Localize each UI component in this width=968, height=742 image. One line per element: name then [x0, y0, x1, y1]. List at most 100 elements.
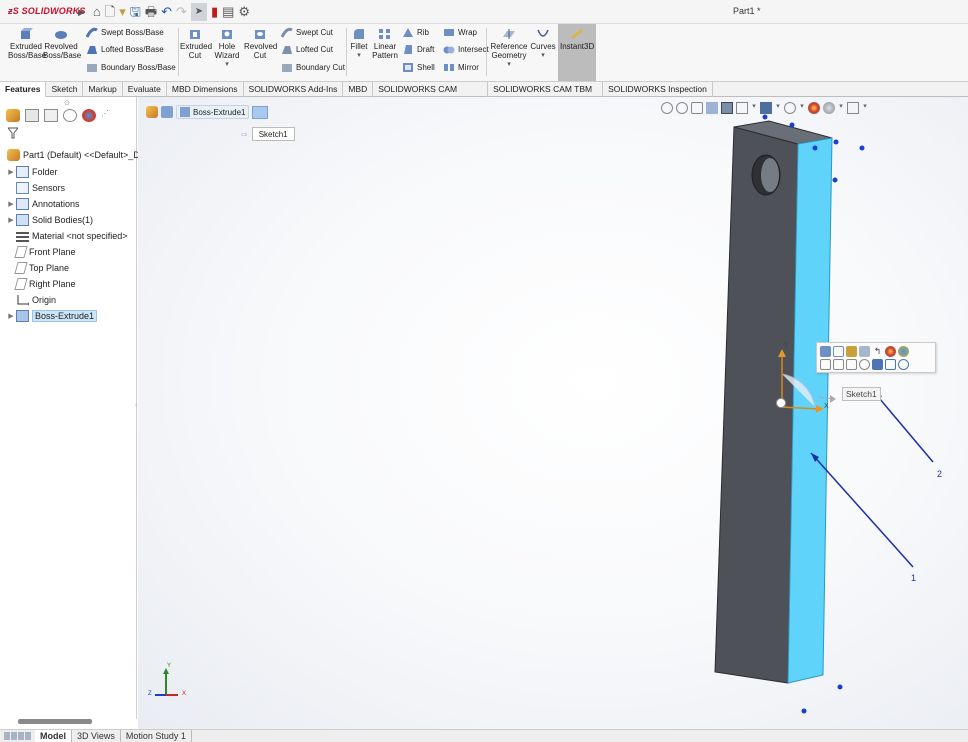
reference-geometry-button[interactable]: Reference Geometry ▾ [489, 28, 529, 69]
rib-button[interactable]: Rib [402, 27, 429, 38]
wrap-button[interactable]: Wrap [443, 27, 477, 38]
panel-grip-icon[interactable]: ⊙ [64, 99, 70, 107]
revolved-cut-button[interactable]: Revolved Cut [244, 28, 277, 60]
prev-tab-icon[interactable] [11, 732, 17, 740]
color-icon[interactable] [898, 346, 909, 357]
tree-item-material[interactable]: Material <not specified> [16, 228, 128, 244]
handle-dot[interactable] [762, 114, 768, 120]
expand-arrow-icon[interactable]: ▶ [6, 168, 16, 176]
tab-solidworks-cam[interactable]: SOLIDWORKS CAM [373, 82, 489, 97]
display-manager-tab-icon[interactable] [82, 109, 96, 122]
tree-item-folder[interactable]: ▶ Folder [6, 164, 58, 180]
tree-item-annotations[interactable]: ▶ Annotations [6, 196, 80, 212]
file-properties-icon[interactable]: ▤ [222, 3, 234, 21]
normal-to-icon[interactable] [820, 359, 831, 370]
linear-pattern-button[interactable]: Linear Pattern [371, 28, 399, 60]
expand-arrow-icon[interactable]: ▶ [78, 3, 85, 21]
panel-collapse-icon[interactable]: ‹ [135, 402, 137, 409]
expand-arrow-icon[interactable]: ▶ [6, 312, 16, 320]
home-icon[interactable]: ⌂ [93, 3, 101, 21]
dimxpert-tab-icon[interactable] [63, 109, 77, 122]
tab-motion-study-1[interactable]: Motion Study 1 [121, 730, 192, 742]
revolved-boss-button[interactable]: Revolved Boss/Base [43, 28, 81, 60]
handle-dot[interactable] [832, 177, 838, 183]
new-document-icon[interactable]: 🗋 [105, 3, 115, 21]
tab-features[interactable]: Features [0, 82, 47, 97]
measure-icon[interactable] [872, 359, 883, 370]
tree-item-sensors[interactable]: Sensors [16, 180, 65, 196]
next-tab-icon[interactable] [18, 732, 24, 740]
tree-item-origin[interactable]: Origin [16, 292, 56, 308]
hide-icon[interactable] [846, 359, 857, 370]
handle-dot[interactable] [859, 145, 865, 151]
boundary-boss-button[interactable]: Boundary Boss/Base [86, 62, 176, 73]
tab-mbd[interactable]: MBD [343, 82, 374, 97]
tree-item-right-plane[interactable]: Right Plane [14, 276, 76, 292]
tree-item-front-plane[interactable]: Front Plane [14, 244, 76, 260]
select-other-icon[interactable] [833, 359, 844, 370]
curves-button[interactable]: Curves ▾ [529, 28, 557, 60]
options-gear-icon[interactable]: ⚙ [238, 3, 250, 21]
handle-dot[interactable] [789, 122, 795, 128]
boundary-cut-button[interactable]: Boundary Cut [281, 62, 345, 73]
horizontal-scrollbar[interactable] [18, 719, 92, 724]
tab-solidworks-add-ins[interactable]: SOLIDWORKS Add-Ins [244, 82, 344, 97]
insert-icon[interactable] [885, 359, 896, 370]
solidworks-logo[interactable]: ƶS SOLIDWORKS [8, 6, 86, 16]
property-manager-tab-icon[interactable] [25, 109, 39, 122]
shell-button[interactable]: Shell [402, 62, 435, 73]
appearance-icon[interactable] [885, 346, 896, 357]
sketch-name-tag[interactable]: Sketch1 [842, 387, 881, 401]
lofted-boss-button[interactable]: Lofted Boss/Base [86, 44, 164, 55]
swept-cut-button[interactable]: Swept Cut [281, 27, 333, 38]
handle-dot[interactable] [837, 684, 843, 690]
zoom-selection-icon[interactable] [859, 359, 870, 370]
extruded-cut-button[interactable]: Extruded Cut [180, 28, 212, 60]
extruded-boss-button[interactable]: Extruded Boss/Base [8, 28, 46, 60]
open-icon[interactable]: ▾ [119, 3, 126, 21]
filter-icon[interactable] [6, 127, 20, 139]
last-tab-icon[interactable] [25, 732, 31, 740]
handle-dot[interactable] [801, 708, 807, 714]
tree-item-boss-extrude1[interactable]: ▶ Boss-Extrude1 [6, 308, 98, 324]
redo-icon[interactable]: ↷ [176, 3, 187, 21]
fillet-button[interactable]: Fillet ▾ [347, 28, 371, 60]
tab-markup[interactable]: Markup [83, 82, 123, 97]
suppress-icon[interactable] [859, 346, 870, 357]
first-tab-icon[interactable] [4, 732, 10, 740]
mirror-button[interactable]: Mirror [443, 62, 479, 73]
save-icon[interactable]: 🖫 [130, 3, 141, 21]
expand-arrow-icon[interactable]: ▶ [6, 216, 16, 224]
select-icon[interactable]: ➤ [190, 3, 207, 21]
edit-sketch-icon[interactable] [833, 346, 844, 357]
intersect-button[interactable]: Intersect [443, 44, 489, 55]
sketch-origin-point[interactable] [776, 398, 786, 408]
sketch-plane-icon[interactable] [846, 346, 857, 357]
print-icon[interactable]: 🖶 [145, 3, 157, 21]
handle-dot[interactable] [812, 145, 818, 151]
tab-model[interactable]: Model [35, 730, 72, 742]
rollback-icon[interactable]: ↰ [872, 346, 883, 357]
feature-manager-tab-icon[interactable] [6, 109, 20, 122]
mass-properties-icon[interactable] [898, 359, 909, 370]
draft-button[interactable]: Draft [402, 44, 434, 55]
hole-wizard-button[interactable]: Hole Wizard ▾ [212, 28, 242, 69]
rebuild-icon[interactable]: ▮ [211, 3, 218, 21]
tab-3d-views[interactable]: 3D Views [72, 730, 121, 742]
handle-dot[interactable] [833, 139, 839, 145]
swept-boss-button[interactable]: Swept Boss/Base [86, 27, 164, 38]
tab-solidworks-cam-tbm[interactable]: SOLIDWORKS CAM TBM [488, 82, 604, 97]
configuration-manager-tab-icon[interactable] [44, 109, 58, 122]
lofted-cut-button[interactable]: Lofted Cut [281, 44, 333, 55]
instant3d-button[interactable]: Instant3D [558, 24, 596, 81]
tree-root-part[interactable]: Part1 (Default) <<Default>_D [7, 147, 140, 163]
tab-evaluate[interactable]: Evaluate [123, 82, 167, 97]
tab-solidworks-inspection[interactable]: SOLIDWORKS Inspection [603, 82, 713, 97]
tree-item-top-plane[interactable]: Top Plane [14, 260, 69, 276]
edit-feature-icon[interactable] [820, 346, 831, 357]
graphics-viewport[interactable]: Boss-Extrude1 ⇨ Sketch1 ▾ ▾ ▾ ▾ ▾ Y X Sk… [138, 97, 968, 729]
tab-sketch[interactable]: Sketch [46, 82, 84, 97]
tab-mbd-dimensions[interactable]: MBD Dimensions [167, 82, 244, 97]
undo-icon[interactable]: ↶ [161, 3, 172, 21]
expand-arrow-icon[interactable]: ▶ [6, 200, 16, 208]
